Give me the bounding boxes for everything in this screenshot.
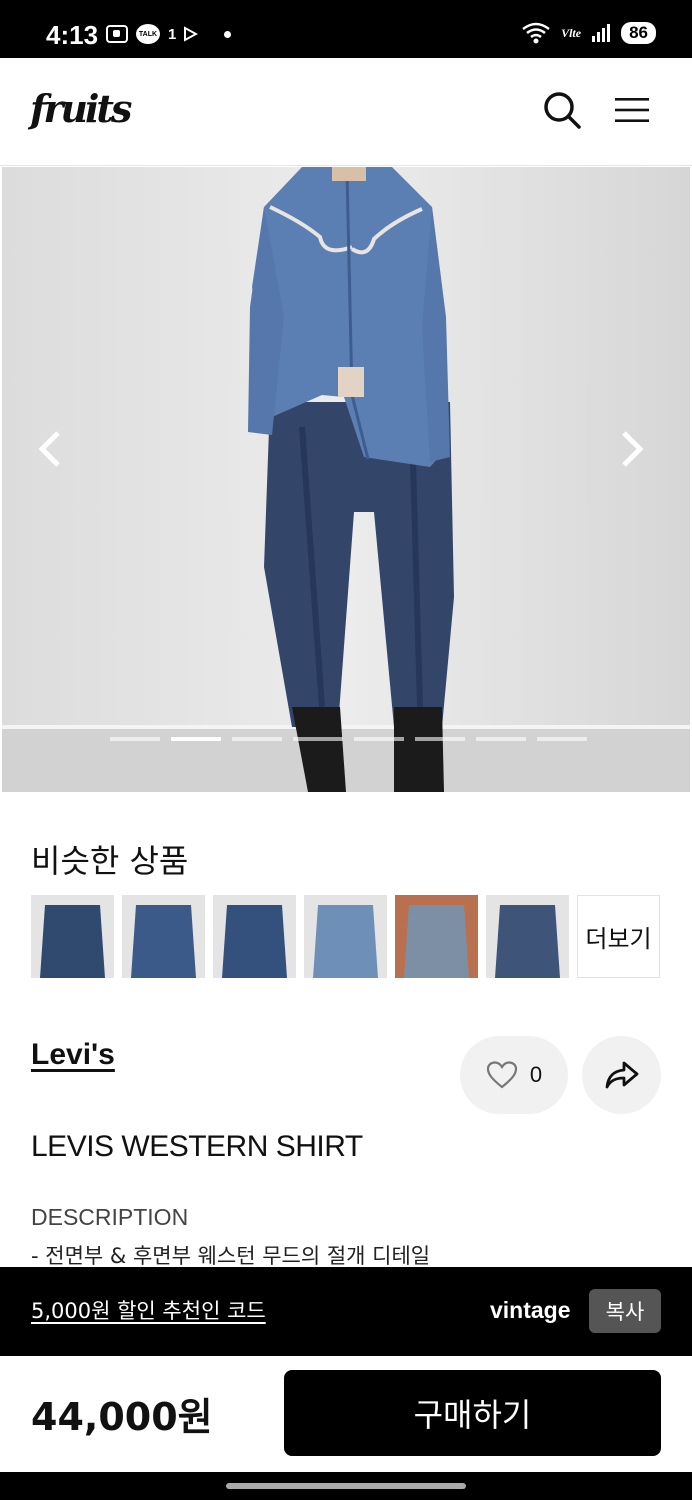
product-thumbnail-image [395, 895, 478, 978]
hamburger-menu-icon [615, 98, 649, 122]
menu-button[interactable] [610, 88, 654, 132]
gallery-dot[interactable] [476, 737, 526, 741]
home-indicator[interactable] [226, 1483, 466, 1489]
similar-product-thumb[interactable] [395, 895, 478, 978]
product-image-gallery[interactable] [2, 167, 690, 792]
status-notification-icons: TALK 1 [106, 24, 232, 44]
similar-products-list: 더보기 [31, 895, 660, 978]
product-name: LEVIS WESTERN SHIRT [31, 1130, 363, 1163]
notification-count: 1 [168, 25, 177, 43]
purchase-bar: 44,000원 구매하기 [0, 1356, 692, 1472]
fruits-logo[interactable]: fruits [30, 86, 132, 131]
status-bar: 4:13 TALK 1 Vlte 86 [0, 0, 692, 58]
like-button[interactable]: 0 [460, 1036, 568, 1114]
product-price: 44,000원 [31, 1395, 213, 1439]
chevron-right-icon [622, 431, 644, 467]
product-photo [2, 167, 690, 792]
system-navigation-bar [0, 1472, 692, 1500]
similar-more-button[interactable]: 더보기 [577, 895, 660, 978]
similar-product-thumb[interactable] [486, 895, 569, 978]
similar-product-thumb[interactable] [122, 895, 205, 978]
product-thumbnail-image [122, 895, 205, 978]
similar-product-thumb[interactable] [304, 895, 387, 978]
wifi-icon [522, 22, 550, 44]
gallery-page-indicator [110, 737, 587, 741]
status-system-icons: Vlte 86 [521, 22, 656, 44]
like-count: 0 [529, 1062, 543, 1087]
buy-button[interactable]: 구매하기 [284, 1370, 661, 1456]
gallery-dot[interactable] [354, 737, 404, 741]
battery-level: 86 [621, 22, 656, 44]
gallery-next-button[interactable] [618, 429, 658, 489]
search-button[interactable] [540, 88, 584, 132]
referral-code: vintage [490, 1297, 571, 1323]
chevron-left-icon [38, 431, 60, 467]
description-label: DESCRIPTION [31, 1204, 189, 1230]
share-icon [605, 1061, 638, 1089]
gallery-dot[interactable] [110, 737, 160, 741]
brand-link[interactable]: Levi's [31, 1038, 115, 1072]
referral-code-banner: 5,000원 할인 추천인 코드 vintage 복사 [0, 1267, 692, 1356]
kakaotalk-icon: TALK [136, 24, 160, 44]
gallery-dot[interactable] [537, 737, 587, 741]
gallery-dot[interactable] [232, 737, 282, 741]
app-header: fruits [0, 58, 692, 166]
more-notifications-dot-icon [224, 30, 232, 38]
outline-arrow-icon [184, 26, 199, 42]
status-time: 4:13 [46, 20, 99, 50]
product-thumbnail-image [31, 895, 114, 978]
description-text: - 전면부 & 후면부 웨스턴 무드의 절개 디테일 [31, 1244, 431, 1268]
screenshot-icon [106, 25, 128, 43]
gallery-dot[interactable] [293, 737, 343, 741]
heart-icon [486, 1061, 517, 1089]
similar-products-title: 비슷한 상품 [31, 842, 189, 880]
gallery-prev-button[interactable] [34, 429, 74, 489]
gallery-dot[interactable] [171, 737, 221, 741]
gallery-dot[interactable] [415, 737, 465, 741]
share-button[interactable] [582, 1036, 661, 1114]
similar-product-thumb[interactable] [213, 895, 296, 978]
signal-icon [592, 24, 611, 42]
product-thumbnail-image [304, 895, 387, 978]
referral-discount-text[interactable]: 5,000원 할인 추천인 코드 [31, 1295, 266, 1325]
network-type-label: Vlte [561, 25, 582, 40]
similar-product-thumb[interactable] [31, 895, 114, 978]
product-thumbnail-image [486, 895, 569, 978]
search-icon [544, 92, 581, 129]
product-thumbnail-image [213, 895, 296, 978]
copy-code-button[interactable]: 복사 [589, 1289, 661, 1333]
